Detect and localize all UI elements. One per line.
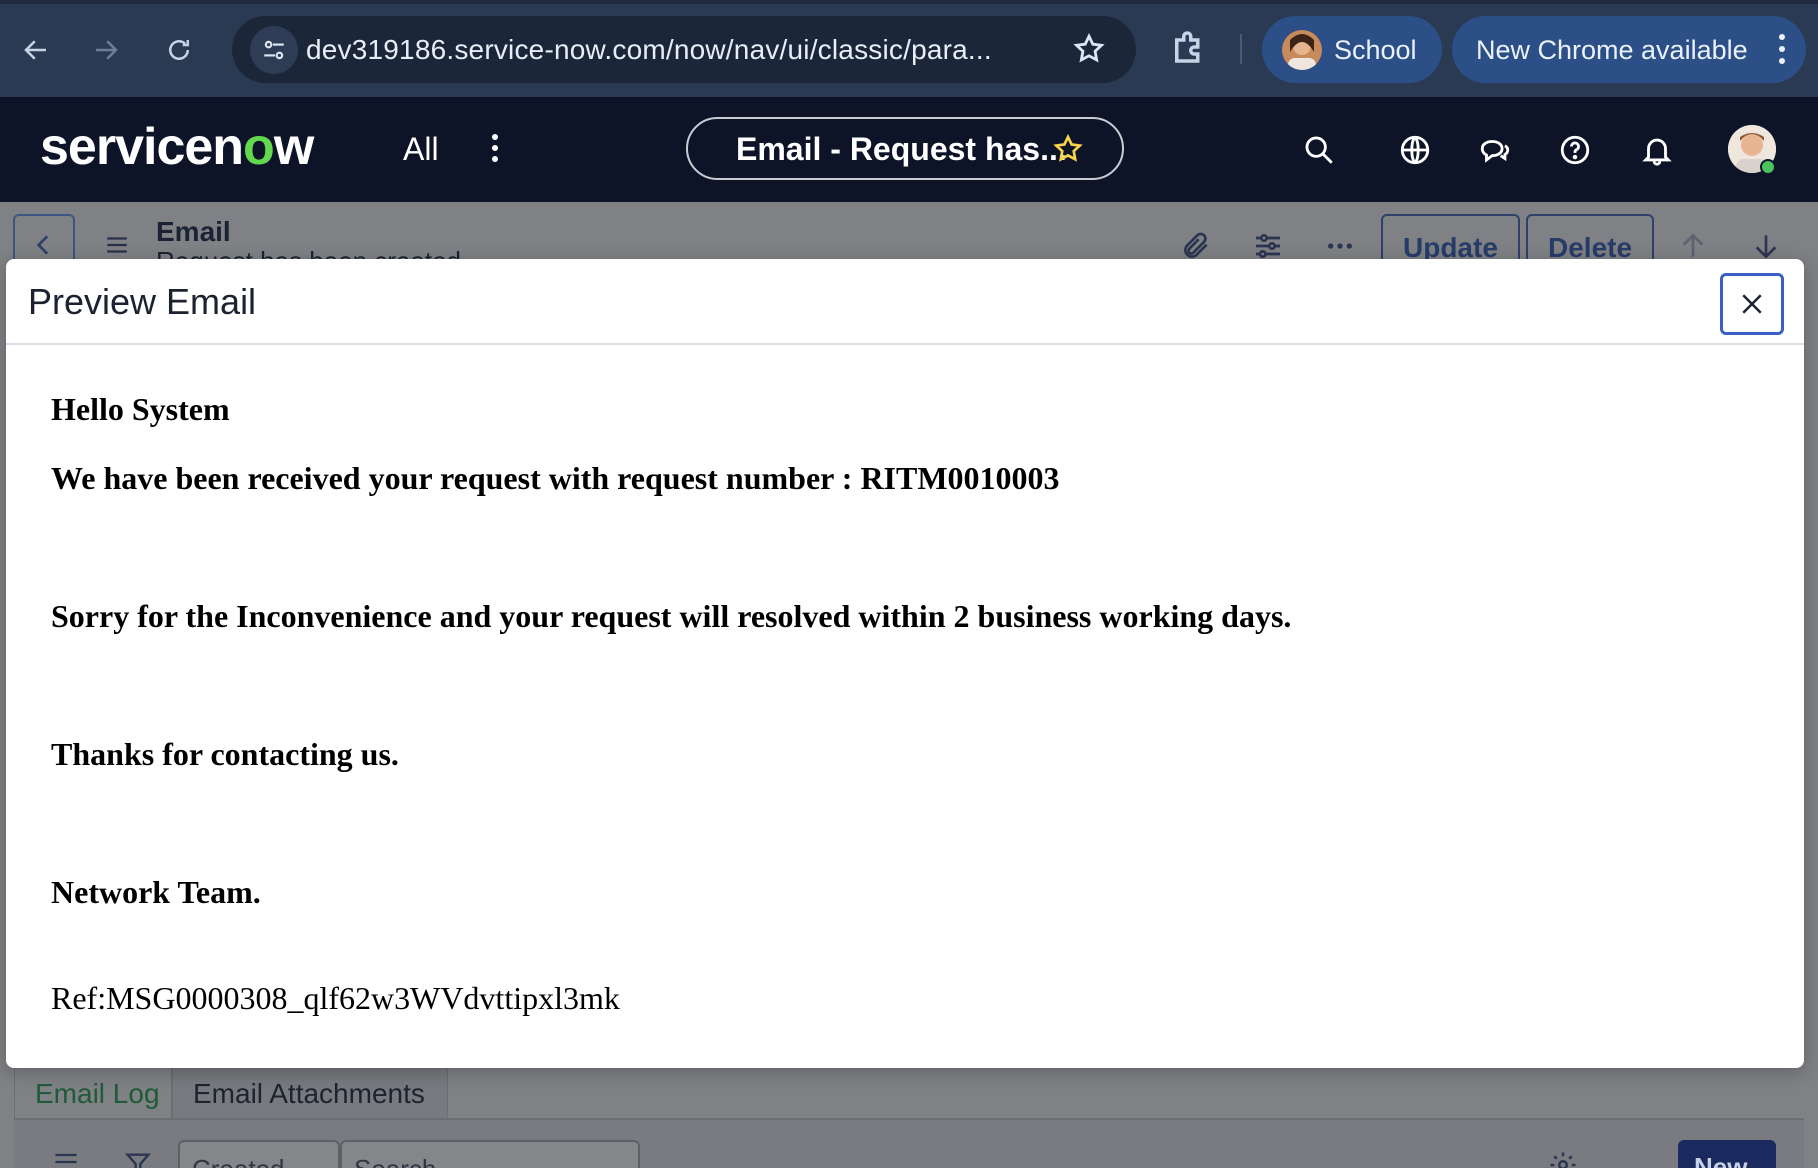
more-vert-icon[interactable] xyxy=(1776,32,1788,71)
profile-label: School xyxy=(1334,35,1417,65)
filter-icon[interactable] xyxy=(124,1150,152,1168)
profile-avatar xyxy=(1282,30,1322,70)
tab-strip xyxy=(0,0,1818,4)
browser-toolbar: dev319186.service-now.com/now/nav/ui/cla… xyxy=(0,0,1818,97)
servicenow-logo[interactable]: servicenow xyxy=(40,117,314,177)
modal-title: Preview Email xyxy=(28,281,257,322)
back-icon[interactable] xyxy=(12,26,60,74)
close-button[interactable] xyxy=(1720,273,1784,335)
new-chrome-available-button[interactable]: New Chrome available xyxy=(1452,16,1806,83)
email-thanks-line: Thanks for contacting us. xyxy=(51,736,399,772)
help-icon[interactable] xyxy=(1558,133,1592,172)
extensions-icon[interactable] xyxy=(1168,26,1210,73)
list-menu-icon[interactable] xyxy=(52,1148,80,1168)
search-icon[interactable] xyxy=(1302,133,1336,172)
context-title: Email - Request has... xyxy=(736,131,1067,167)
bell-icon[interactable] xyxy=(1640,133,1674,172)
new-button[interactable]: New xyxy=(1678,1140,1776,1168)
modal-header: Preview Email xyxy=(6,259,1804,345)
email-greeting: Hello System xyxy=(51,391,230,427)
email-received-line: We have been received your request with … xyxy=(51,460,1060,496)
servicenow-header: servicenow All Email - Request has... xyxy=(0,97,1818,202)
email-sorry-line: Sorry for the Inconvenience and your req… xyxy=(51,598,1292,634)
chat-icon[interactable] xyxy=(1478,133,1512,172)
close-icon xyxy=(1742,294,1762,314)
bookmark-star-icon[interactable] xyxy=(1072,32,1106,71)
gear-icon[interactable] xyxy=(1548,1150,1578,1168)
form-subtitle: Request has been created xyxy=(156,246,461,260)
tab-email-log[interactable]: Email Log xyxy=(14,1064,172,1120)
reload-icon[interactable] xyxy=(155,26,203,74)
site-settings-icon[interactable] xyxy=(250,26,298,74)
all-menu-button[interactable]: All xyxy=(403,131,439,168)
list-column-select[interactable]: Created xyxy=(178,1140,340,1168)
forward-icon[interactable] xyxy=(82,26,130,74)
update-label: New Chrome available xyxy=(1476,35,1748,65)
address-bar[interactable]: dev319186.service-now.com/now/nav/ui/cla… xyxy=(232,16,1136,83)
list-search-input[interactable]: Search xyxy=(340,1140,640,1168)
favorite-star-icon[interactable] xyxy=(1052,133,1084,170)
globe-icon[interactable] xyxy=(1398,133,1432,172)
online-status-icon xyxy=(1760,159,1776,175)
form-title: Email xyxy=(156,216,231,247)
url-text: dev319186.service-now.com/now/nav/ui/cla… xyxy=(306,34,992,65)
more-vert-icon[interactable] xyxy=(490,131,500,170)
profile-button[interactable]: School xyxy=(1262,16,1442,83)
email-signature: Network Team. xyxy=(51,874,261,910)
context-title-pill[interactable]: Email - Request has... xyxy=(686,117,1124,180)
email-reference: Ref:MSG0000308_qlf62w3WVdvttipxl3mk xyxy=(51,980,620,1016)
toolbar-separator xyxy=(1240,34,1242,64)
tab-email-attachments[interactable]: Email Attachments xyxy=(172,1064,448,1120)
preview-email-modal: Preview Email Hello System We have been … xyxy=(6,259,1804,1068)
